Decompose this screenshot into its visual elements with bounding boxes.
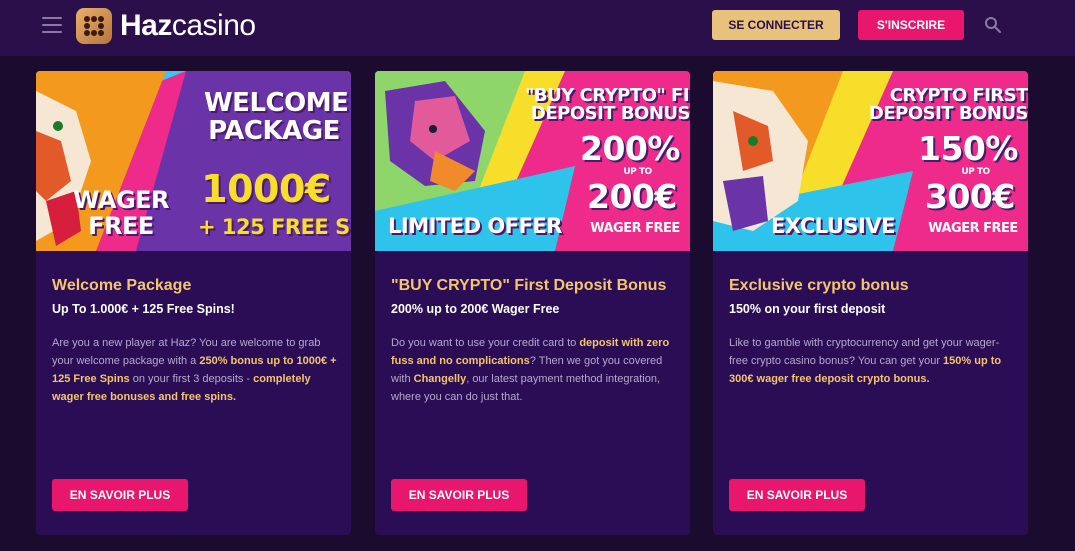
menu-icon[interactable] xyxy=(42,17,62,33)
banner-headline: CRYPTO FIRST DEPOSIT BONUS xyxy=(868,85,1028,124)
card-description: Like to gamble with cryptocurrency and g… xyxy=(729,337,1002,385)
banner-tag: WAGER FREE xyxy=(72,186,170,240)
card-subtitle: 150% on your first deposit xyxy=(729,302,886,316)
card-description: Do you want to use your credit card to d… xyxy=(391,337,670,403)
card-subtitle: Up To 1.000€ + 125 Free Spins! xyxy=(52,302,235,316)
promo-banner-exclusive-crypto[interactable]: CRYPTO FIRST DEPOSIT BONUS 150% UP TO 300… xyxy=(713,71,1028,251)
card-content: Exclusive crypto bonus 150% on your firs… xyxy=(729,276,1014,388)
learn-more-button[interactable]: EN SAVOIR PLUS xyxy=(729,479,865,511)
search-icon[interactable] xyxy=(984,16,1002,34)
banner-percent: 200% xyxy=(580,129,680,168)
banner-headline: WELCOME PACKAGE xyxy=(204,88,349,146)
card-title[interactable]: "BUY CRYPTO" First Deposit Bonus xyxy=(391,276,676,296)
site-logo[interactable]: Hazcasino xyxy=(76,8,256,44)
banner-amount: 200€ xyxy=(587,177,677,216)
banner-spins: + 125 FREE SPINS xyxy=(198,215,351,239)
card-content: Welcome Package Up To 1.000€ + 125 Free … xyxy=(52,276,337,406)
card-title[interactable]: Welcome Package xyxy=(52,276,337,296)
promo-card-buy-crypto: "BUY CRYPTO" FIRSTDEPOSIT BONUS 200% UP … xyxy=(375,71,690,535)
learn-more-button[interactable]: EN SAVOIR PLUS xyxy=(391,479,527,511)
banner-wager: WAGER FREE xyxy=(928,221,1018,236)
promo-banner-welcome[interactable]: WELCOMEPACKAGE 1000€ + 125 FREE SPINS WA… xyxy=(36,71,351,251)
banner-amount: 300€ xyxy=(925,177,1015,216)
card-title[interactable]: Exclusive crypto bonus xyxy=(729,276,1014,296)
card-content: "BUY CRYPTO" First Deposit Bonus 200% up… xyxy=(391,276,676,406)
card-description: Are you a new player at Haz? You are wel… xyxy=(52,337,337,403)
banner-percent: 150% xyxy=(918,129,1018,168)
banner-headline: "BUY CRYPTO" FIRSTDEPOSIT BONUS xyxy=(525,85,690,124)
promo-banner-buy-crypto[interactable]: "BUY CRYPTO" FIRSTDEPOSIT BONUS 200% UP … xyxy=(375,71,690,251)
banner-upto: UP TO xyxy=(623,167,652,177)
banner-tag: LIMITED OFFER xyxy=(388,214,562,238)
banner-wager: WAGER FREE xyxy=(590,221,680,236)
promo-card-welcome: WELCOMEPACKAGE 1000€ + 125 FREE SPINS WA… xyxy=(36,71,351,535)
dice-logo-icon xyxy=(76,8,112,44)
signup-button[interactable]: S'INSCRIRE xyxy=(858,10,964,40)
login-button[interactable]: SE CONNECTER xyxy=(712,10,840,40)
logo-text: Hazcasino xyxy=(120,9,256,42)
banner-amount: 1000€ xyxy=(201,167,331,211)
banner-tag: EXCLUSIVE xyxy=(771,214,895,238)
card-subtitle: 200% up to 200€ Wager Free xyxy=(391,302,560,316)
learn-more-button[interactable]: EN SAVOIR PLUS xyxy=(52,479,188,511)
site-header: Hazcasino SE CONNECTER S'INSCRIRE xyxy=(0,0,1075,56)
promo-card-exclusive-crypto: CRYPTO FIRST DEPOSIT BONUS 150% UP TO 300… xyxy=(713,71,1028,535)
banner-upto: UP TO xyxy=(961,167,990,177)
